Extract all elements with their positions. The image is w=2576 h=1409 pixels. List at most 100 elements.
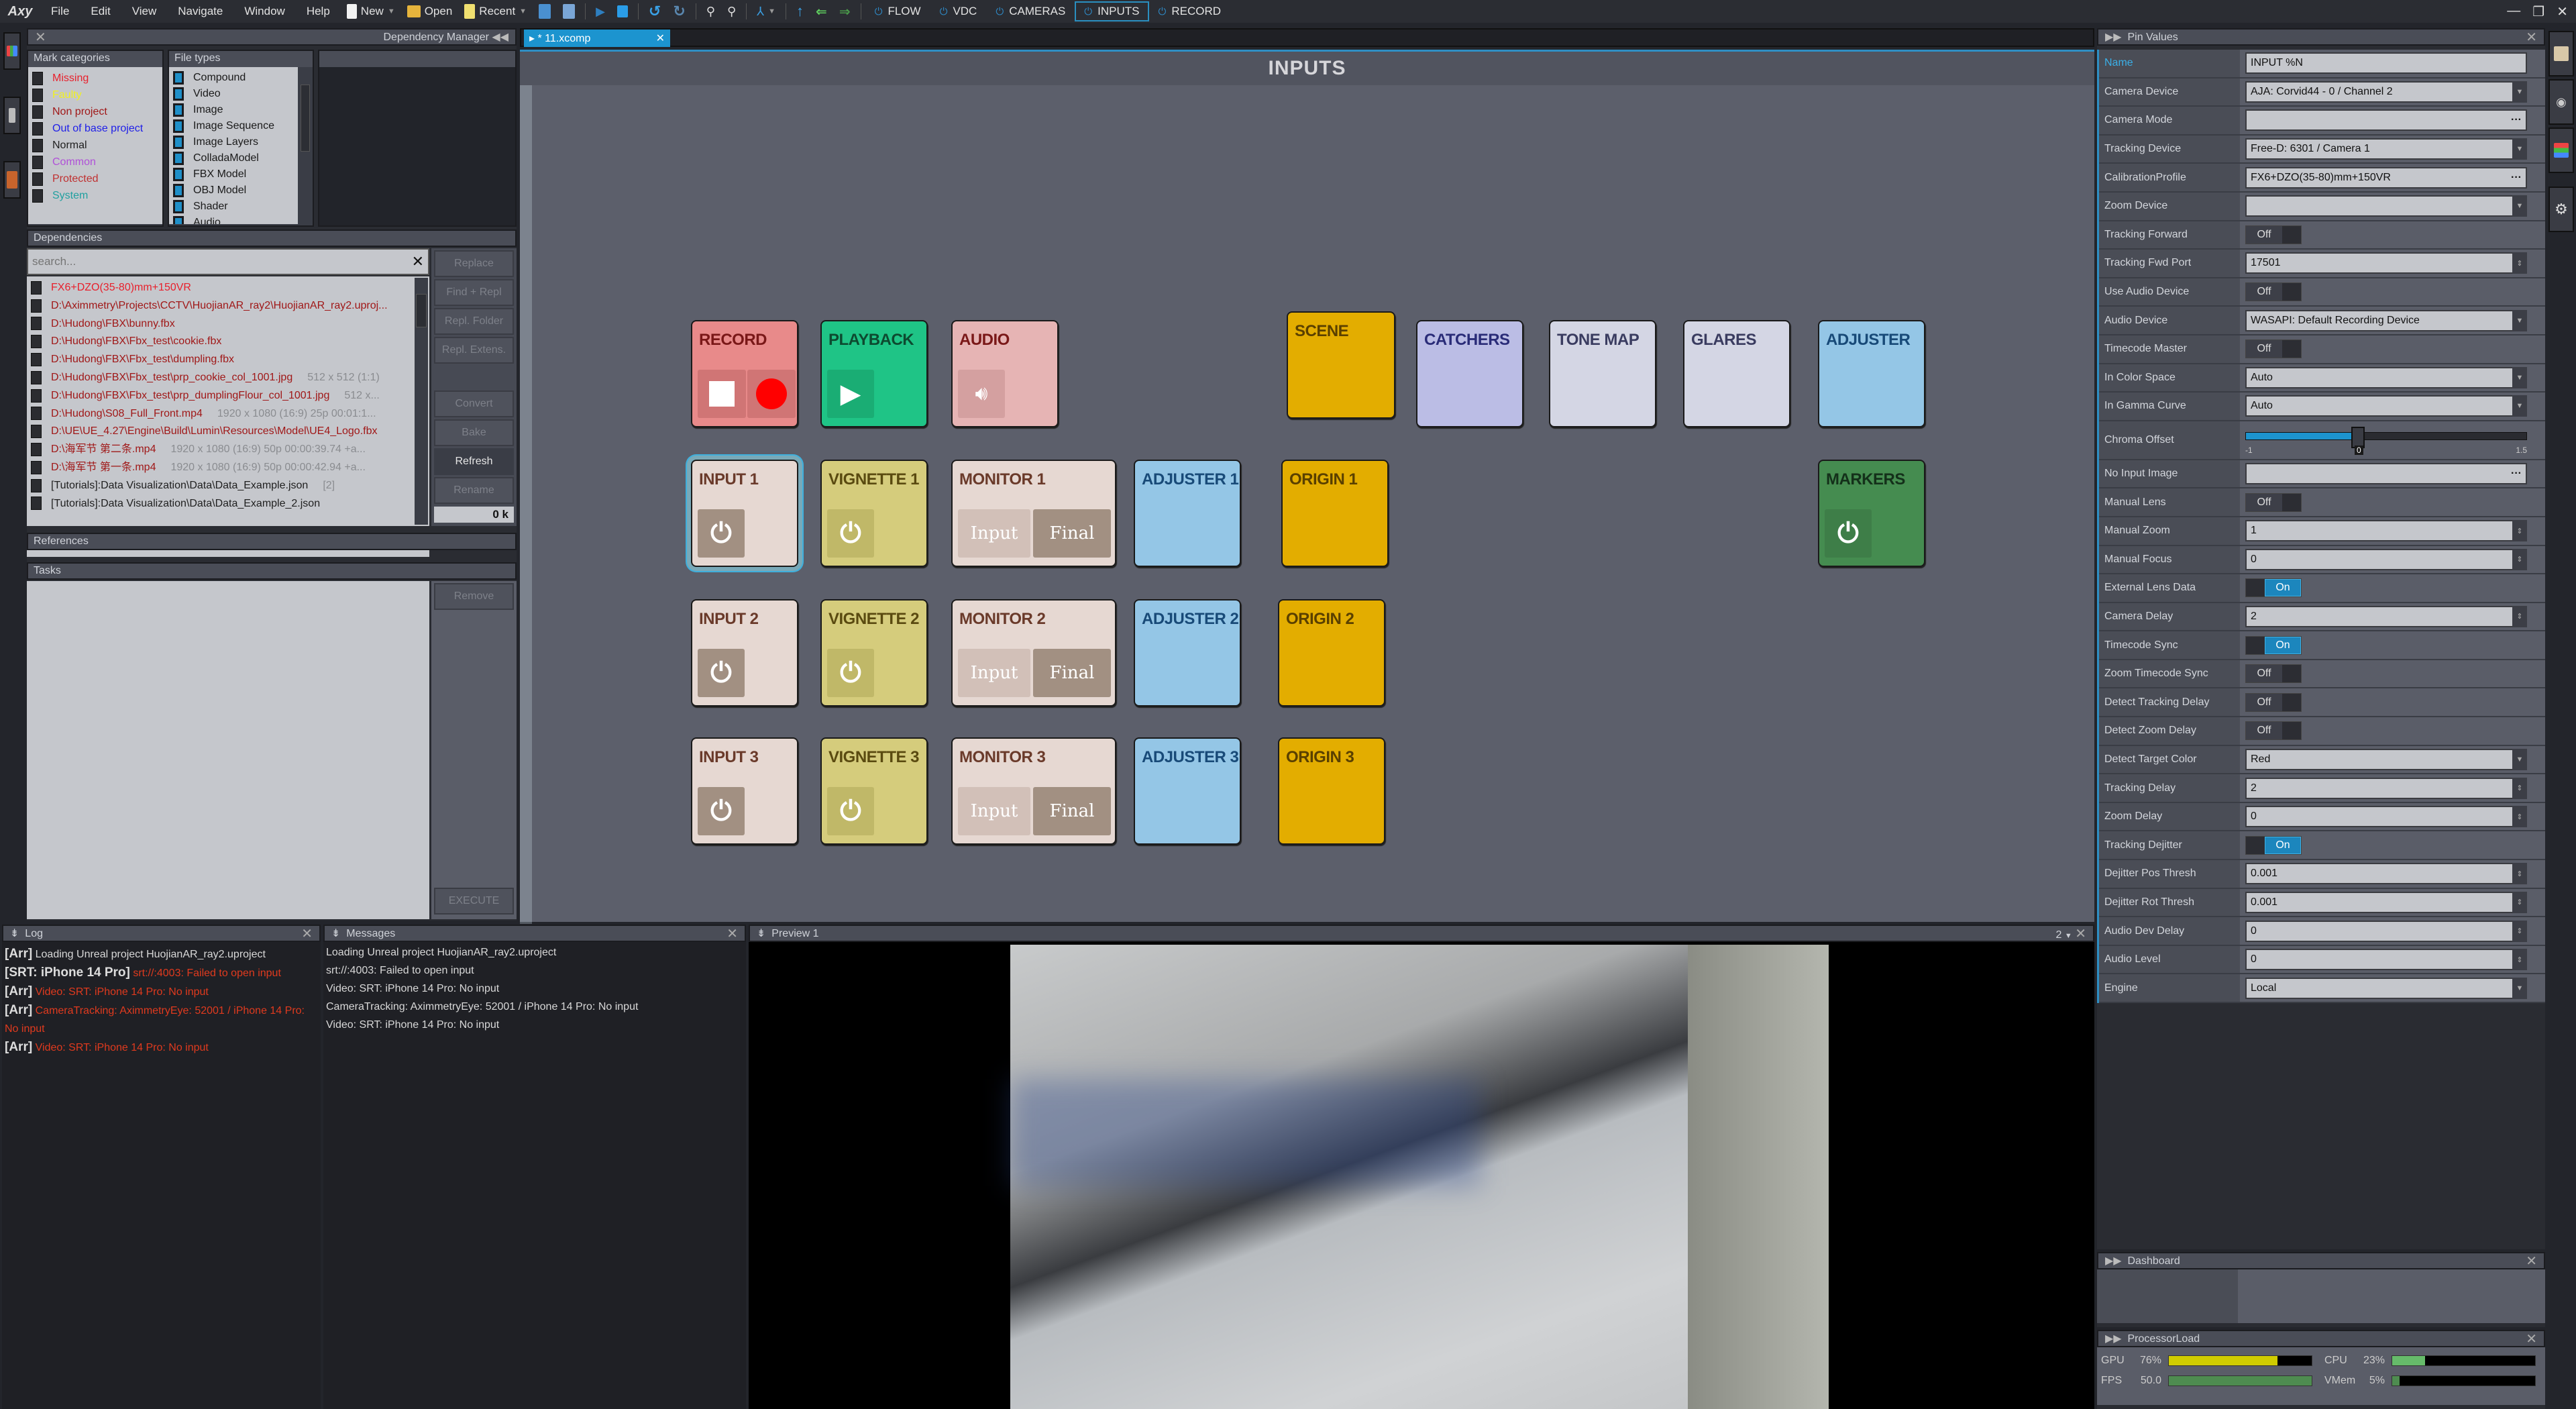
file-types-scrollbar[interactable] <box>299 70 311 224</box>
up-button[interactable]: ↑ <box>790 3 810 20</box>
open-button[interactable]: Open <box>401 5 459 18</box>
checkbox[interactable] <box>31 317 42 331</box>
checkbox[interactable] <box>31 280 42 295</box>
axis-button[interactable]: ⅄ ▼ <box>751 5 782 19</box>
close-icon[interactable]: ✕ <box>2075 927 2086 941</box>
tile-catchers[interactable]: CATCHERS <box>1416 320 1523 427</box>
tracking-fwd-port-field[interactable]: 17501 ⇕ <box>2245 252 2527 274</box>
tracking-delay-field[interactable]: 2 ⇕ <box>2245 777 2527 799</box>
file-type-item[interactable]: Image Sequence <box>173 118 294 134</box>
search-input[interactable] <box>32 255 381 268</box>
tracking-device-field[interactable]: Free-D: 6301 / Camera 1 ▼ <box>2245 138 2527 160</box>
checkbox[interactable] <box>31 370 42 384</box>
spinner-icon[interactable]: ⇕ <box>2512 920 2527 942</box>
dock-button-grid[interactable] <box>3 32 21 70</box>
dependency-row[interactable]: D:\Hudong\FBX\Fbx_test\prp_cookie_col_10… <box>31 369 425 387</box>
checkbox[interactable] <box>173 183 184 197</box>
file-type-item[interactable]: Image <box>173 102 294 118</box>
tab-11-xcomp[interactable]: ▸ * 11.xcomp ✕ <box>524 30 670 47</box>
file-type-item[interactable]: Video <box>173 86 294 102</box>
spinner-icon[interactable]: ⇕ <box>2512 863 2527 885</box>
checkbox[interactable] <box>32 155 43 169</box>
dock-button-device[interactable] <box>3 97 21 134</box>
stop-button[interactable] <box>698 370 746 418</box>
pin-icon[interactable]: ⇟ <box>331 928 340 939</box>
repl-extens-button[interactable]: Repl. Extens. <box>434 337 514 364</box>
close-icon[interactable]: ✕ <box>727 925 738 942</box>
minimize-icon[interactable]: — <box>2507 3 2520 20</box>
checkbox[interactable] <box>31 335 42 349</box>
zoom-delay-field[interactable]: 0 ⇕ <box>2245 806 2527 828</box>
timecode-sync-toggle[interactable]: On <box>2245 635 2302 655</box>
calibrationprofile-field[interactable]: FX6+DZO(35-80)mm+150VR ··· <box>2245 166 2527 189</box>
tile-adjuster[interactable]: ADJUSTER <box>1818 320 1925 427</box>
bake-button[interactable]: Bake <box>434 419 514 446</box>
back-button[interactable]: ⇐ <box>810 3 833 20</box>
menu-window[interactable]: Window <box>233 5 295 18</box>
pin-icon[interactable]: ⇟ <box>10 928 19 939</box>
close-icon[interactable]: ✕ <box>301 925 313 942</box>
mode-inputs[interactable]: ⏻ INPUTS <box>1075 1 1149 21</box>
audio-mute-button[interactable]: 🔊︎ <box>958 370 1005 418</box>
tile-origin-3[interactable]: ORIGIN 3 <box>1278 737 1385 845</box>
tile-markers[interactable]: MARKERS ⏻ <box>1818 460 1925 567</box>
repl-folder-button[interactable]: Repl. Folder <box>434 308 514 335</box>
checkbox[interactable] <box>173 215 184 224</box>
dependency-row[interactable]: D:\Hudong\S08_Full_Front.mp4 1920 x 1080 … <box>31 405 425 423</box>
checkbox[interactable] <box>173 70 184 85</box>
dejitter-rot-thresh-field[interactable]: 0.001 ⇕ <box>2245 891 2527 913</box>
execute-button[interactable]: EXECUTE <box>434 888 514 915</box>
file-type-item[interactable]: Shader <box>173 199 294 215</box>
zoom-out-button[interactable]: ⚲ <box>721 5 742 19</box>
zoom-in-button[interactable]: ⚲ <box>700 5 721 19</box>
manual-zoom-field[interactable]: 1 ⇕ <box>2245 520 2527 542</box>
close-icon[interactable]: ✕ <box>2526 29 2537 46</box>
menu-help[interactable]: Help <box>296 5 341 18</box>
audio-level-field[interactable]: 0 ⇕ <box>2245 949 2527 971</box>
collapse-icon[interactable]: ◀◀ <box>492 32 508 43</box>
close-icon[interactable]: ✕ <box>2526 1330 2537 1347</box>
tile-tone-map[interactable]: TONE MAP <box>1549 320 1656 427</box>
dependency-row[interactable]: D:\海军节 第一条.mp4 1920 x 1080 (16:9) 50p 00:… <box>31 459 425 477</box>
file-type-item[interactable]: Compound <box>173 70 294 86</box>
power-button[interactable]: ⏻ <box>698 787 745 835</box>
menu-navigate[interactable]: Navigate <box>167 5 233 18</box>
detect-tracking-delay-toggle[interactable]: Off <box>2245 692 2302 712</box>
zoom-timecode-sync-toggle[interactable]: Off <box>2245 664 2302 684</box>
spinner-icon[interactable]: ⇕ <box>2512 806 2527 828</box>
spinner-icon[interactable]: ⇕ <box>2512 252 2527 274</box>
file-type-item[interactable]: Image Layers <box>173 134 294 150</box>
browse-icon[interactable]: ··· <box>2511 468 2522 480</box>
tracking-dejitter-toggle[interactable]: On <box>2245 835 2302 855</box>
chevron-down-icon[interactable]: ▼ <box>2512 309 2527 331</box>
checkbox[interactable] <box>32 88 43 102</box>
manual-lens-toggle[interactable]: Off <box>2245 492 2302 512</box>
dependency-row[interactable]: D:\Hudong\FBX\Fbx_test\dumpling.fbx <box>31 351 425 369</box>
chroma-offset-slider[interactable]: -1 0 1.5 <box>2245 424 2527 456</box>
undo-button[interactable]: ↺ <box>643 3 667 20</box>
spinner-icon[interactable]: ⇕ <box>2512 777 2527 799</box>
mark-category-item[interactable]: System <box>32 187 158 204</box>
power-button[interactable]: ⏻ <box>1825 509 1872 558</box>
checkbox[interactable] <box>32 138 43 152</box>
monitor-final-button[interactable]: Final <box>1033 649 1111 697</box>
checkbox[interactable] <box>31 442 42 456</box>
spinner-icon[interactable]: ⇕ <box>2512 891 2527 913</box>
chevron-down-icon[interactable]: ▼ <box>2512 195 2527 217</box>
timecode-master-toggle[interactable]: Off <box>2245 340 2302 359</box>
power-button[interactable]: ⏻ <box>827 509 874 558</box>
dependency-row[interactable]: [Tutorials]:Data Visualization\Data\Data… <box>31 477 425 495</box>
spinner-icon[interactable]: ⇕ <box>2512 949 2527 971</box>
audio-device-field[interactable]: WASAPI: Default Recording Device ▼ <box>2245 309 2527 331</box>
convert-button[interactable]: Convert <box>434 390 514 417</box>
checkbox[interactable] <box>32 121 43 136</box>
dependency-row[interactable]: [Tutorials]:Data Visualization\Data\Data… <box>31 495 425 513</box>
checkbox[interactable] <box>173 151 184 165</box>
tile-playback[interactable]: PLAYBACK ▶ <box>820 320 928 427</box>
tile-adjuster-2[interactable]: ADJUSTER 2 <box>1134 599 1241 707</box>
dock-button-settings[interactable]: ⚙ <box>2548 187 2574 232</box>
chevron-down-icon[interactable]: ▼ <box>2512 81 2527 103</box>
browse-icon[interactable]: ··· <box>2511 114 2522 126</box>
checkbox[interactable] <box>31 425 42 439</box>
tile-adjuster-1[interactable]: ADJUSTER 1 <box>1134 460 1241 567</box>
